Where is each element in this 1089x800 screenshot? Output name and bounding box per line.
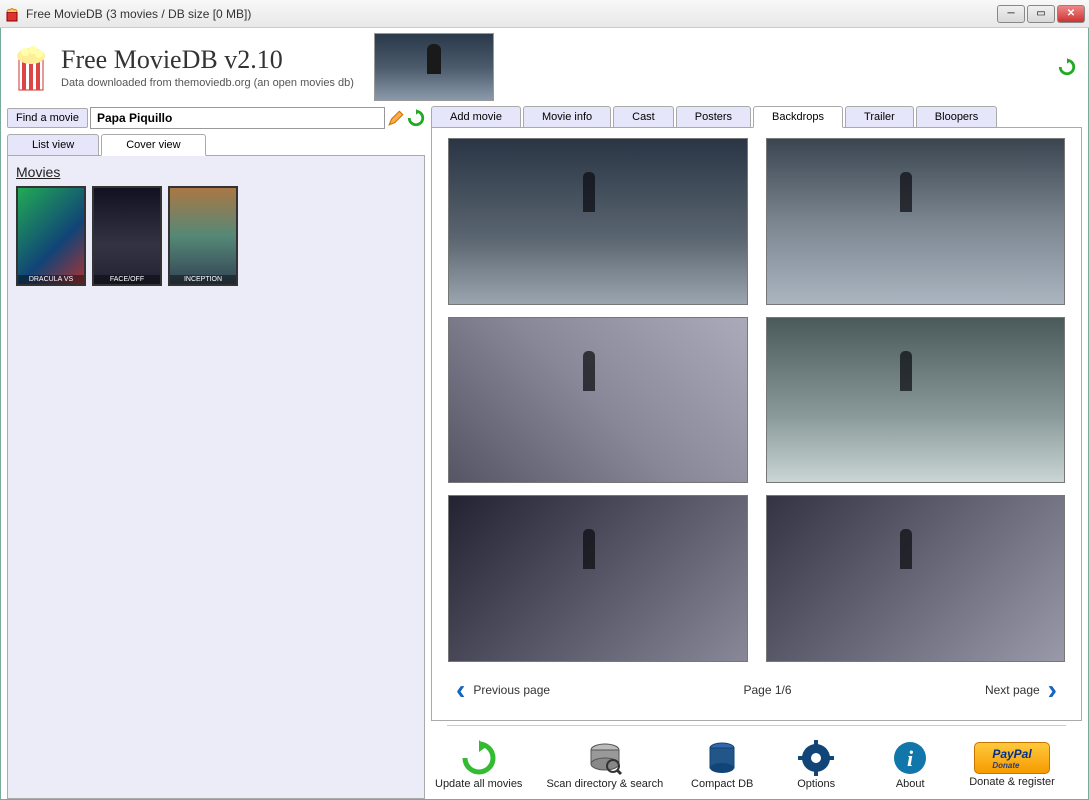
paypal-icon: PayPal Donate [974, 742, 1050, 774]
backdrop-image[interactable] [448, 495, 748, 662]
tab-posters[interactable]: Posters [676, 106, 751, 128]
pager: ‹ Previous page Page 1/6 Next page › [448, 662, 1065, 710]
update-all-button[interactable]: Update all movies [435, 740, 522, 790]
donate-button[interactable]: PayPal Donate Donate & register [969, 742, 1055, 788]
backdrop-image[interactable] [448, 138, 748, 305]
tab-add-movie[interactable]: Add movie [431, 106, 521, 128]
disk-search-icon [587, 740, 623, 776]
movie-poster[interactable]: FACE/OFF [92, 186, 162, 286]
database-icon [704, 740, 740, 776]
compact-db-button[interactable]: Compact DB [687, 740, 757, 790]
backdrop-image[interactable] [766, 495, 1066, 662]
gear-icon [798, 740, 834, 776]
prev-label: Previous page [473, 683, 550, 697]
refresh-icon[interactable] [1058, 58, 1076, 76]
page-indicator: Page 1/6 [743, 683, 791, 697]
info-icon: i [892, 740, 928, 776]
tab-bloopers[interactable]: Bloopers [916, 106, 997, 128]
bottom-toolbar: Update all movies Scan directory & searc… [431, 731, 1082, 799]
app-title: Free MovieDB v2.10 [61, 45, 354, 75]
previous-page-button[interactable]: ‹ Previous page [456, 674, 550, 706]
posters-row: DRACULA VS FACE/OFF INCEPTION [16, 186, 416, 286]
left-panel: Find a movie List view Cover view Movies… [7, 106, 425, 799]
window-controls: ─ ▭ ✕ [997, 5, 1085, 23]
view-tabs: List view Cover view [7, 134, 425, 156]
about-button[interactable]: i About [875, 740, 945, 790]
movies-heading: Movies [16, 164, 416, 180]
chevron-right-icon: › [1048, 674, 1057, 706]
header: Free MovieDB v2.10 Data downloaded from … [1, 28, 1088, 106]
header-text: Free MovieDB v2.10 Data downloaded from … [61, 45, 354, 89]
header-preview-image [374, 33, 494, 101]
tab-cast[interactable]: Cast [613, 106, 674, 128]
options-button[interactable]: Options [781, 740, 851, 790]
find-movie-label: Find a movie [7, 108, 88, 128]
app-icon [4, 6, 20, 22]
movie-poster[interactable]: DRACULA VS [16, 186, 86, 286]
minimize-button[interactable]: ─ [997, 5, 1025, 23]
backdrops-grid [448, 138, 1065, 662]
next-page-button[interactable]: Next page › [985, 674, 1057, 706]
titlebar: Free MovieDB (3 movies / DB size [0 MB])… [0, 0, 1089, 28]
search-input[interactable] [90, 107, 385, 129]
main-content: Find a movie List view Cover view Movies… [1, 106, 1088, 799]
refresh-icon [461, 740, 497, 776]
right-panel: Add movie Movie info Cast Posters Backdr… [431, 106, 1082, 799]
app-body: Free MovieDB v2.10 Data downloaded from … [0, 28, 1089, 800]
tab-list-view[interactable]: List view [7, 134, 99, 156]
movies-panel: Movies DRACULA VS FACE/OFF INCEPTION [7, 155, 425, 799]
tab-trailer[interactable]: Trailer [845, 106, 914, 128]
backdrop-image[interactable] [448, 317, 748, 484]
search-row: Find a movie [7, 106, 425, 130]
window-title: Free MovieDB (3 movies / DB size [0 MB]) [26, 7, 997, 21]
refresh-search-icon[interactable] [407, 109, 425, 127]
maximize-button[interactable]: ▭ [1027, 5, 1055, 23]
edit-icon[interactable] [387, 109, 405, 127]
app-subtitle: Data downloaded from themoviedb.org (an … [61, 77, 354, 89]
detail-tabs: Add movie Movie info Cast Posters Backdr… [431, 106, 1082, 128]
tab-backdrops[interactable]: Backdrops [753, 106, 843, 128]
chevron-left-icon: ‹ [456, 674, 465, 706]
tab-movie-info[interactable]: Movie info [523, 106, 611, 128]
backdrop-image[interactable] [766, 138, 1066, 305]
next-label: Next page [985, 683, 1040, 697]
backdrop-image[interactable] [766, 317, 1066, 484]
scan-directory-button[interactable]: Scan directory & search [546, 740, 663, 790]
backdrops-panel: ‹ Previous page Page 1/6 Next page › [431, 127, 1082, 721]
svg-text:i: i [907, 746, 914, 771]
close-button[interactable]: ✕ [1057, 5, 1085, 23]
movie-poster[interactable]: INCEPTION [168, 186, 238, 286]
tab-cover-view[interactable]: Cover view [101, 134, 205, 156]
popcorn-icon [13, 42, 49, 92]
